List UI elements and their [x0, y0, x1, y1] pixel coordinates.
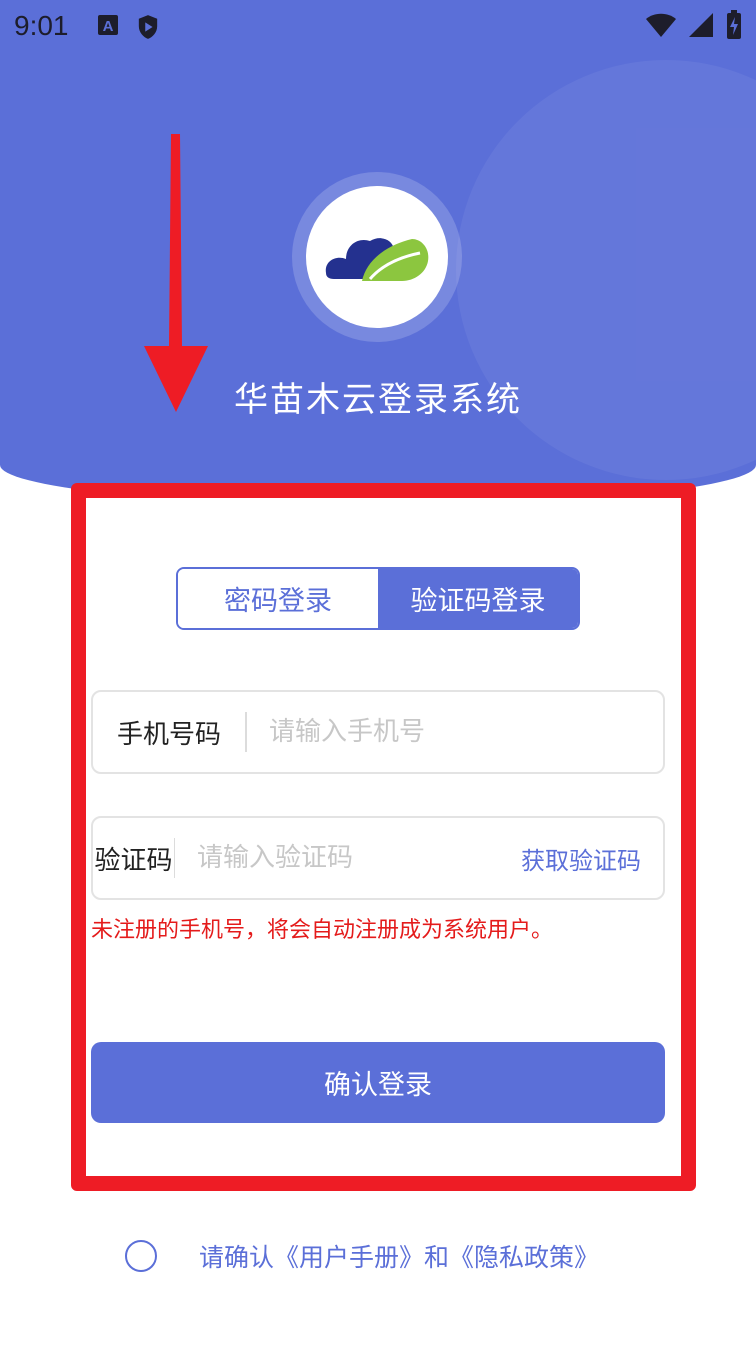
tab-code-login[interactable]: 验证码登录 [378, 569, 578, 628]
registration-notice: 未注册的手机号，将会自动注册成为系统用户。 [91, 918, 554, 943]
agreement-radio[interactable] [125, 1240, 157, 1272]
code-input[interactable] [175, 818, 521, 898]
status-bar: 9:01 A [0, 0, 756, 52]
code-field: 验证码 获取验证码 [91, 816, 665, 900]
cloud-leaf-logo-icon [325, 238, 429, 281]
agreement-text[interactable]: 请确认《用户手册》和《隐私政策》 [199, 1238, 599, 1274]
code-label: 验证码 [94, 845, 173, 876]
cellular-signal-icon [688, 12, 714, 42]
logo-disc [306, 186, 448, 328]
down-arrow-icon [144, 134, 208, 412]
status-right-icons [646, 10, 742, 44]
status-time: 9:01 [14, 10, 69, 41]
get-code-button[interactable]: 获取验证码 [521, 841, 663, 876]
svg-text:A: A [102, 18, 113, 35]
app-title: 华苗木云登录系统 [234, 380, 522, 420]
battery-charging-icon [726, 10, 742, 44]
agreement-row: 请确认《用户手册》和《隐私政策》 [125, 1238, 599, 1274]
phone-input[interactable] [247, 692, 663, 772]
tab-password-login[interactable]: 密码登录 [178, 569, 378, 628]
app-logo [292, 172, 462, 342]
font-a-icon: A [97, 13, 119, 39]
shield-play-icon [137, 13, 159, 39]
phone-field: 手机号码 [91, 690, 665, 774]
confirm-login-button[interactable]: 确认登录 [91, 1042, 665, 1123]
phone-label: 手机号码 [116, 719, 221, 750]
wifi-icon [646, 12, 676, 42]
login-mode-tabs: 密码登录 验证码登录 [176, 567, 580, 630]
